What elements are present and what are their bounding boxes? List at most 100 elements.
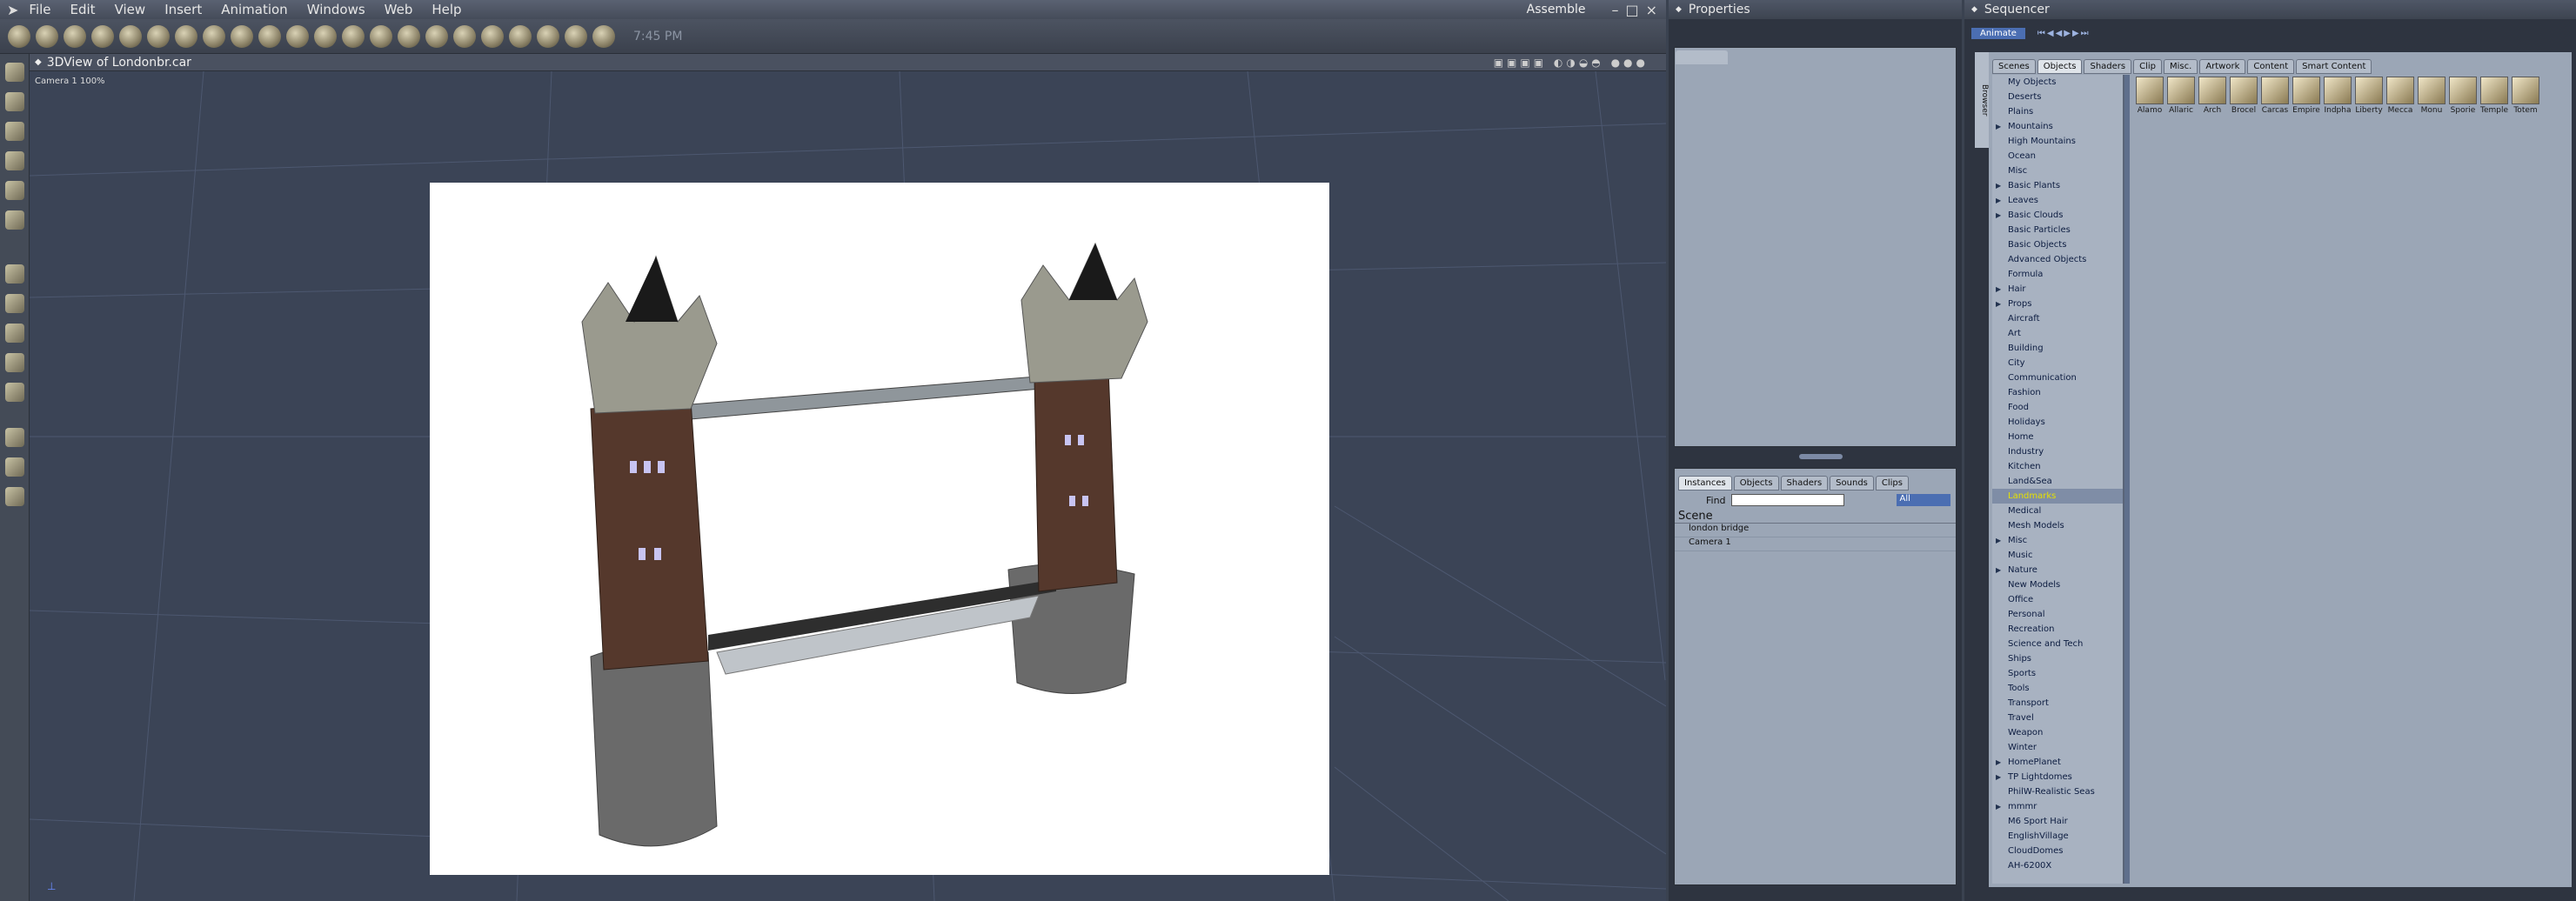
library-category-item[interactable]: CloudDomes (1992, 844, 2123, 858)
library-category-item[interactable]: Nature (1992, 563, 2123, 577)
tool-icon[interactable] (36, 24, 58, 48)
tab-artwork[interactable]: Artwork (2199, 59, 2246, 74)
cloud-icon[interactable] (398, 24, 420, 48)
object-thumbnail[interactable]: Sporie (2448, 77, 2478, 115)
tab-clips[interactable]: Clips (1875, 476, 1909, 491)
library-category-item[interactable]: Leaves (1992, 193, 2123, 208)
fx-icon[interactable] (565, 24, 587, 48)
find-input[interactable] (1730, 494, 1844, 506)
cone-icon[interactable] (203, 24, 225, 48)
view-options-icon[interactable]: ▣▣▣▣ ◐◑◒◓ ●●● (1494, 57, 1649, 69)
menu-insert[interactable]: Insert (164, 2, 202, 17)
library-category-item[interactable]: Transport (1992, 696, 2123, 711)
library-category-item[interactable]: Basic Objects (1992, 237, 2123, 252)
instance-item[interactable]: Camera 1 (1675, 537, 1956, 551)
sphere-icon[interactable] (119, 24, 142, 48)
library-category-item[interactable]: mmmr (1992, 799, 2123, 814)
library-category-item[interactable]: Hair (1992, 282, 2123, 297)
orbit-tool-icon[interactable] (4, 294, 24, 313)
hand-tool-icon[interactable] (4, 457, 24, 477)
library-category-item[interactable]: Aircraft (1992, 311, 2123, 326)
object-thumbnail[interactable]: Temple (2479, 77, 2509, 115)
3d-viewport[interactable]: Camera 1 100% ⊥ (30, 71, 1666, 901)
move-tool-icon[interactable] (4, 92, 24, 111)
library-category-item[interactable]: Basic Clouds (1992, 208, 2123, 223)
library-category-item[interactable]: Industry (1992, 444, 2123, 459)
library-category-item[interactable]: Communication (1992, 370, 2123, 385)
library-category-item[interactable]: New Models (1992, 577, 2123, 592)
library-category-item[interactable]: Deserts (1992, 90, 2123, 104)
library-category-item[interactable]: Misc (1992, 533, 2123, 548)
terrain-icon[interactable] (342, 24, 365, 48)
library-category-item[interactable]: PhilW-Realistic Seas (1992, 784, 2123, 799)
panel-menu-icon[interactable]: ◆ (1676, 5, 1682, 14)
library-category-item[interactable]: Winter (1992, 740, 2123, 755)
library-category-item[interactable]: Food (1992, 400, 2123, 415)
properties-tab[interactable] (1676, 50, 1728, 64)
object-thumbnail[interactable]: Mecca (2385, 77, 2415, 115)
object-thumbnail[interactable]: Arch (2198, 77, 2227, 115)
light-icon[interactable] (425, 24, 448, 48)
menu-web[interactable]: Web (385, 2, 413, 17)
library-category-item[interactable]: Basic Particles (1992, 223, 2123, 237)
tab-shaders[interactable]: Shaders (1780, 476, 1829, 491)
splitter-handle[interactable] (1799, 454, 1843, 459)
window-maximize-icon[interactable]: □ (1625, 2, 1638, 18)
text-icon[interactable] (258, 24, 281, 48)
paint-tool-icon[interactable] (4, 210, 24, 230)
panel-menu-icon[interactable]: ◆ (1971, 5, 1977, 14)
menu-file[interactable]: File (29, 2, 50, 17)
library-category-item[interactable]: My Objects (1992, 75, 2123, 90)
tab-objects[interactable]: Objects (1733, 476, 1779, 491)
group-icon[interactable] (537, 24, 559, 48)
tab-sounds[interactable]: Sounds (1830, 476, 1874, 491)
tool-icon[interactable] (64, 24, 86, 48)
library-category-item[interactable]: Ocean (1992, 149, 2123, 164)
zoom-tool-icon[interactable] (4, 383, 24, 402)
track-tool-icon[interactable] (4, 353, 24, 372)
tab-scenes[interactable]: Scenes (1992, 59, 2036, 74)
select-tool-icon[interactable] (4, 63, 24, 82)
library-category-item[interactable]: Office (1992, 592, 2123, 607)
object-thumbnail[interactable]: Carcas (2260, 77, 2290, 115)
object-thumbnail[interactable]: Indpha (2323, 77, 2352, 115)
object-thumbnail[interactable]: Monu (2417, 77, 2446, 115)
library-category-item[interactable]: Science and Tech (1992, 637, 2123, 651)
library-category-item[interactable]: Holidays (1992, 415, 2123, 430)
library-category-item[interactable]: Weapon (1992, 725, 2123, 740)
object-thumbnail[interactable]: Alamo (2135, 77, 2165, 115)
library-category-item[interactable]: Formula (1992, 267, 2123, 282)
instance-item[interactable]: london bridge (1675, 524, 1956, 537)
library-category-item[interactable]: Sports (1992, 666, 2123, 681)
library-category-item[interactable]: Advanced Objects (1992, 252, 2123, 267)
tab-instances[interactable]: Instances (1678, 476, 1732, 491)
library-category-item[interactable]: HomePlanet (1992, 755, 2123, 770)
object-thumbnail[interactable]: Empire (2292, 77, 2321, 115)
particle-icon[interactable] (286, 24, 309, 48)
library-category-item[interactable]: Landmarks (1992, 489, 2123, 504)
rotate-tool-icon[interactable] (4, 122, 24, 141)
library-category-item[interactable]: TP Lightdomes (1992, 770, 2123, 784)
menu-animation[interactable]: Animation (221, 2, 287, 17)
render-icon[interactable] (592, 24, 615, 48)
camera-icon[interactable] (453, 24, 476, 48)
library-category-item[interactable]: Recreation (1992, 622, 2123, 637)
camera-tool-icon[interactable] (4, 428, 24, 447)
filter-select[interactable]: All (1896, 494, 1950, 506)
library-category-item[interactable]: High Mountains (1992, 134, 2123, 149)
scale-tool-icon[interactable] (4, 151, 24, 170)
library-category-item[interactable]: EnglishVillage (1992, 829, 2123, 844)
library-category-item[interactable]: Ships (1992, 651, 2123, 666)
tab-content[interactable]: Content (2247, 59, 2295, 74)
viewport-menu-icon[interactable]: ◆ (35, 57, 42, 67)
library-category-item[interactable]: Building (1992, 341, 2123, 356)
link-tool-icon[interactable] (4, 181, 24, 200)
app-logo-icon[interactable]: ➤ (7, 2, 18, 18)
plane-icon[interactable] (314, 24, 337, 48)
cube-icon[interactable] (147, 24, 170, 48)
material-icon[interactable] (509, 24, 532, 48)
library-category-item[interactable]: Plains (1992, 104, 2123, 119)
library-category-item[interactable]: Medical (1992, 504, 2123, 518)
tab-smart-content[interactable]: Smart Content (2296, 59, 2372, 74)
library-scrollbar[interactable] (2124, 75, 2130, 884)
